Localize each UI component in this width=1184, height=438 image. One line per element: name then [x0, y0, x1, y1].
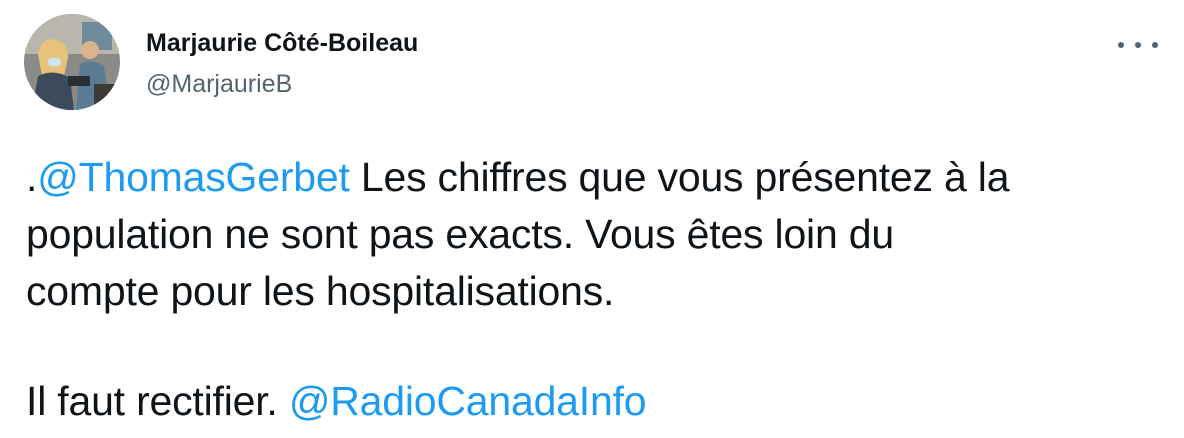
dot — [1118, 42, 1124, 48]
mention-link[interactable]: @RadioCanadaInfo — [289, 378, 647, 424]
dot — [1135, 42, 1141, 48]
user-handle[interactable]: @MarjaurieB — [146, 70, 292, 99]
dot — [1152, 42, 1158, 48]
tweet-line: population ne sont pas exacts. Vous êtes… — [26, 211, 894, 257]
text-prefix: . — [26, 154, 38, 200]
tweet-text: .@ThomasGerbet Les chiffres que vous pré… — [26, 149, 1166, 430]
tweet-card[interactable]: Marjaurie Côté-Boileau @MarjaurieB .@Tho… — [0, 0, 1184, 438]
display-name[interactable]: Marjaurie Côté-Boileau — [146, 29, 418, 58]
avatar[interactable] — [24, 14, 120, 110]
text-segment: Il faut rectifier. — [26, 378, 289, 424]
tweet-line: compte pour les hospitalisations. — [26, 268, 615, 314]
mention-link[interactable]: @ThomasGerbet — [37, 154, 350, 200]
tweet-line: .@ThomasGerbet Les chiffres que vous pré… — [26, 149, 1166, 206]
more-options-icon[interactable] — [1118, 38, 1158, 52]
text-segment: Les chiffres que vous présentez à la — [349, 154, 1010, 200]
tweet-line: Il faut rectifier. @RadioCanadaInfo — [26, 373, 1166, 430]
